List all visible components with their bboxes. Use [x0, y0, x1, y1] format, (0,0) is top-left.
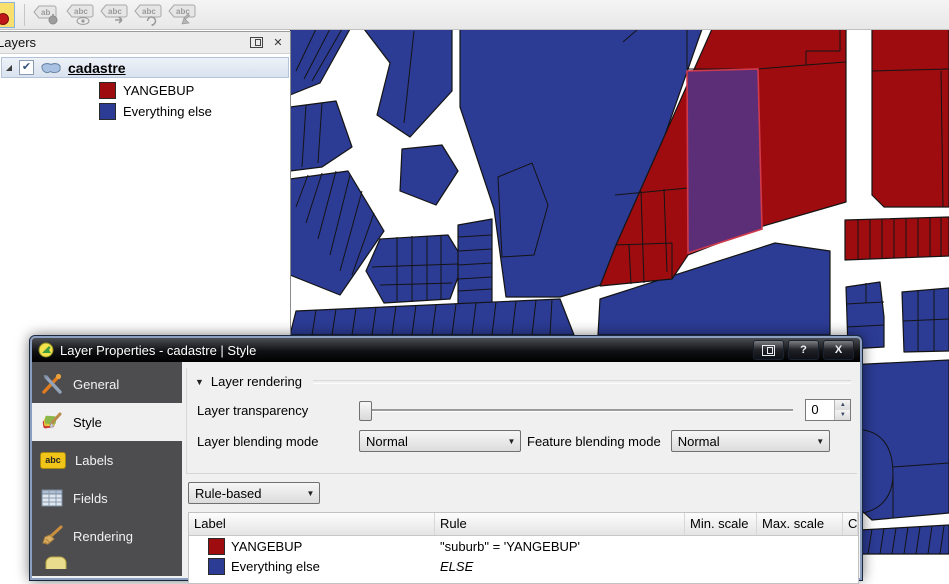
tab-label: General	[73, 377, 119, 392]
transparency-spinbox[interactable]: 0 ▲ ▼	[805, 399, 851, 421]
slider-handle[interactable]	[359, 401, 372, 421]
dialog-titlebar[interactable]: Layer Properties - cadastre | Style ? X	[32, 338, 860, 362]
tab-fields[interactable]: Fields	[32, 479, 182, 517]
chevron-down-icon: ▼	[302, 489, 319, 498]
rotate-label-icon[interactable]: abc	[134, 3, 164, 27]
col-max-scale[interactable]: Max. scale	[757, 513, 843, 535]
tab-label: Labels	[75, 453, 113, 468]
rendering-icon	[40, 524, 64, 548]
tab-general[interactable]: General	[32, 365, 182, 403]
move-label-icon[interactable]: abc	[100, 3, 130, 27]
show-hide-labels-icon[interactable]: abc	[66, 3, 96, 27]
label-toolbar: ab abc abc abc abc	[0, 0, 949, 30]
combo-value: Normal	[672, 434, 812, 449]
svg-text:abc: abc	[74, 7, 88, 16]
transparency-label: Layer transparency	[197, 403, 359, 418]
rule-label: YANGEBUP	[231, 539, 302, 554]
col-count-partial[interactable]: C	[843, 513, 858, 535]
rule-label: Everything else	[231, 559, 320, 574]
group-title: Layer rendering	[211, 374, 302, 389]
rules-table-header: Label Rule Min. scale Max. scale C	[189, 513, 858, 536]
svg-text:abc: abc	[142, 7, 156, 16]
transparency-value: 0	[806, 400, 834, 420]
feature-blend-combo[interactable]: Normal ▼	[671, 430, 830, 452]
layer-name: cadastre	[68, 60, 126, 76]
tab-label: Style	[73, 415, 102, 430]
change-label-icon[interactable]: abc	[168, 3, 198, 27]
legend-item-everything-else[interactable]: Everything else	[0, 102, 290, 120]
help-button[interactable]: ?	[788, 340, 819, 360]
rule-expression: ELSE	[435, 559, 685, 574]
tab-display-partial[interactable]	[32, 555, 182, 569]
rule-row-yangebup[interactable]: YANGEBUP "suburb" = 'YANGEBUP'	[189, 536, 858, 556]
collapse-triangle-icon[interactable]: ▼	[195, 377, 204, 387]
chevron-down-icon: ▼	[503, 437, 520, 446]
labeling-options-icon[interactable]	[0, 2, 15, 28]
rule-row-everything-else[interactable]: Everything else ELSE	[189, 556, 858, 576]
close-button[interactable]: X	[823, 340, 854, 360]
tab-rendering[interactable]: Rendering	[32, 517, 182, 555]
layer-blend-label: Layer blending mode	[197, 434, 359, 449]
style-icon	[40, 410, 64, 434]
fields-icon	[40, 487, 64, 509]
qgis-icon	[38, 342, 54, 358]
labels-icon: abc	[40, 452, 66, 469]
layers-panel-header: Layers ✕	[0, 32, 290, 54]
legend-item-yangebup[interactable]: YANGEBUP	[0, 81, 290, 99]
layer-visibility-checkbox[interactable]: ✔	[19, 60, 34, 75]
panel-float-button[interactable]	[248, 36, 264, 50]
layers-panel-title: Layers	[0, 35, 242, 50]
rule-expression: "suburb" = 'YANGEBUP'	[435, 539, 685, 554]
spin-up-icon[interactable]: ▲	[835, 400, 850, 410]
legend-swatch-red	[99, 82, 116, 99]
toolbar-separator	[24, 4, 25, 26]
col-rule[interactable]: Rule	[435, 513, 685, 535]
chevron-down-icon: ▼	[812, 437, 829, 446]
pin-labels-icon[interactable]: ab	[32, 3, 62, 27]
tab-label: Rendering	[73, 529, 133, 544]
panel-close-button[interactable]: ✕	[270, 36, 286, 50]
tab-style[interactable]: Style	[32, 403, 182, 441]
col-label[interactable]: Label	[189, 513, 435, 535]
layer-properties-dialog: Layer Properties - cadastre | Style ? X …	[30, 336, 862, 580]
spin-down-icon[interactable]: ▼	[835, 410, 850, 420]
properties-sidebar: General Style abc Labels	[32, 362, 182, 576]
col-min-scale[interactable]: Min. scale	[685, 513, 757, 535]
legend-label: YANGEBUP	[123, 83, 194, 98]
rules-table[interactable]: Label Rule Min. scale Max. scale C YANGE…	[188, 512, 859, 584]
combo-value: Rule-based	[189, 486, 302, 501]
svg-text:ab: ab	[41, 8, 50, 17]
style-tab-content: ▼ Layer rendering Layer transparency 0 ▲…	[182, 362, 865, 576]
rule-swatch-blue	[208, 558, 225, 575]
general-icon	[40, 372, 64, 396]
expander-icon[interactable]: ◢	[4, 64, 14, 72]
layer-rendering-group: ▼ Layer rendering Layer transparency 0 ▲…	[186, 368, 857, 474]
tab-label: Fields	[73, 491, 108, 506]
selected-parcel	[687, 69, 762, 253]
feature-blend-label: Feature blending mode	[527, 434, 661, 449]
transparency-slider[interactable]	[359, 400, 795, 420]
legend-swatch-blue	[99, 103, 116, 120]
tab-labels[interactable]: abc Labels	[32, 441, 182, 479]
legend-label: Everything else	[123, 104, 212, 119]
display-icon	[44, 555, 68, 569]
layer-tree: ◢ ✔ cadastre YANGEBUP Everything else	[0, 54, 290, 120]
whats-this-button[interactable]	[753, 340, 784, 360]
polygon-layer-icon	[39, 61, 63, 75]
renderer-type-combo[interactable]: Rule-based ▼	[188, 482, 320, 504]
layer-blend-combo[interactable]: Normal ▼	[359, 430, 521, 452]
combo-value: Normal	[360, 434, 503, 449]
svg-text:abc: abc	[108, 7, 122, 16]
rule-swatch-red	[208, 538, 225, 555]
layer-item-cadastre[interactable]: ◢ ✔ cadastre	[1, 57, 289, 78]
dialog-title: Layer Properties - cadastre | Style	[60, 343, 749, 358]
